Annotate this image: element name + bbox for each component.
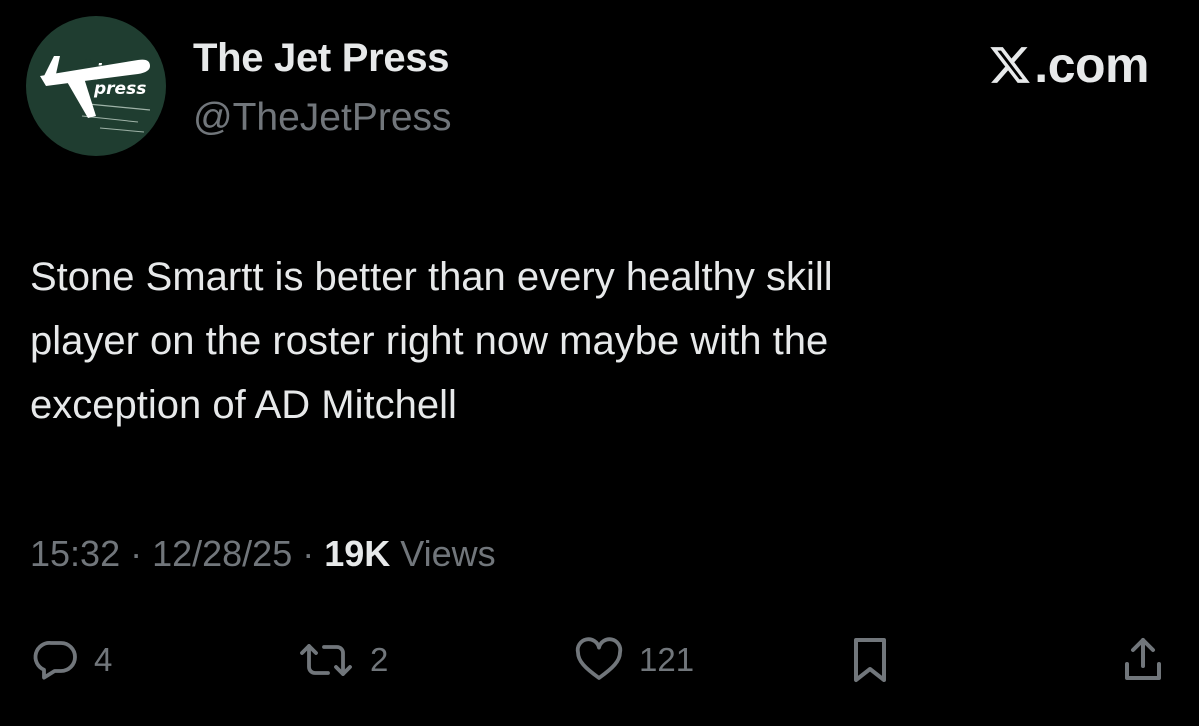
jet-press-logo: the jet press bbox=[40, 56, 151, 133]
reply-icon bbox=[33, 641, 77, 680]
heart-icon bbox=[575, 637, 623, 680]
x-com-brand: .com bbox=[988, 36, 1149, 94]
logo-text-press: press bbox=[93, 79, 146, 99]
reply-count: 4 bbox=[94, 641, 113, 678]
author-display-name[interactable]: The Jet Press bbox=[193, 36, 450, 81]
share-button[interactable] bbox=[1119, 625, 1167, 695]
x-logo-icon bbox=[990, 47, 1031, 83]
reply-button[interactable]: 4 bbox=[32, 625, 112, 695]
repost-button[interactable]: 2 bbox=[296, 625, 388, 695]
bookmark-button[interactable] bbox=[848, 625, 892, 695]
repost-count: 2 bbox=[370, 641, 389, 678]
tweet-time[interactable]: 15:32 bbox=[30, 533, 120, 574]
views-label: Views bbox=[390, 533, 496, 574]
share-icon bbox=[1125, 638, 1161, 680]
tweet-line: exception of AD Mitchell bbox=[30, 383, 457, 427]
tweet-meta: 15:32 · 12/28/25 · 19K Views bbox=[30, 533, 496, 575]
tweet-date[interactable]: 12/28/25 bbox=[152, 533, 292, 574]
avatar[interactable]: the jet press bbox=[26, 16, 166, 156]
author-handle[interactable]: @TheJetPress bbox=[193, 96, 452, 140]
brand-label: .com bbox=[1034, 37, 1149, 93]
separator-dot: · bbox=[120, 533, 153, 574]
logo-text-jet: jet bbox=[93, 61, 122, 81]
tweet-text: Stone Smartt is better than every health… bbox=[30, 245, 1160, 437]
bookmark-icon bbox=[854, 638, 886, 682]
views-count: 19K bbox=[324, 533, 391, 574]
tweet-line: player on the roster right now maybe wit… bbox=[30, 319, 829, 363]
repost-icon bbox=[300, 644, 352, 676]
tweet-line: Stone Smartt is better than every health… bbox=[30, 255, 833, 299]
like-button[interactable]: 121 bbox=[573, 625, 694, 695]
action-bar: 4 2 121 bbox=[0, 625, 1199, 695]
separator-dot: · bbox=[292, 533, 325, 574]
like-count: 121 bbox=[639, 641, 695, 678]
